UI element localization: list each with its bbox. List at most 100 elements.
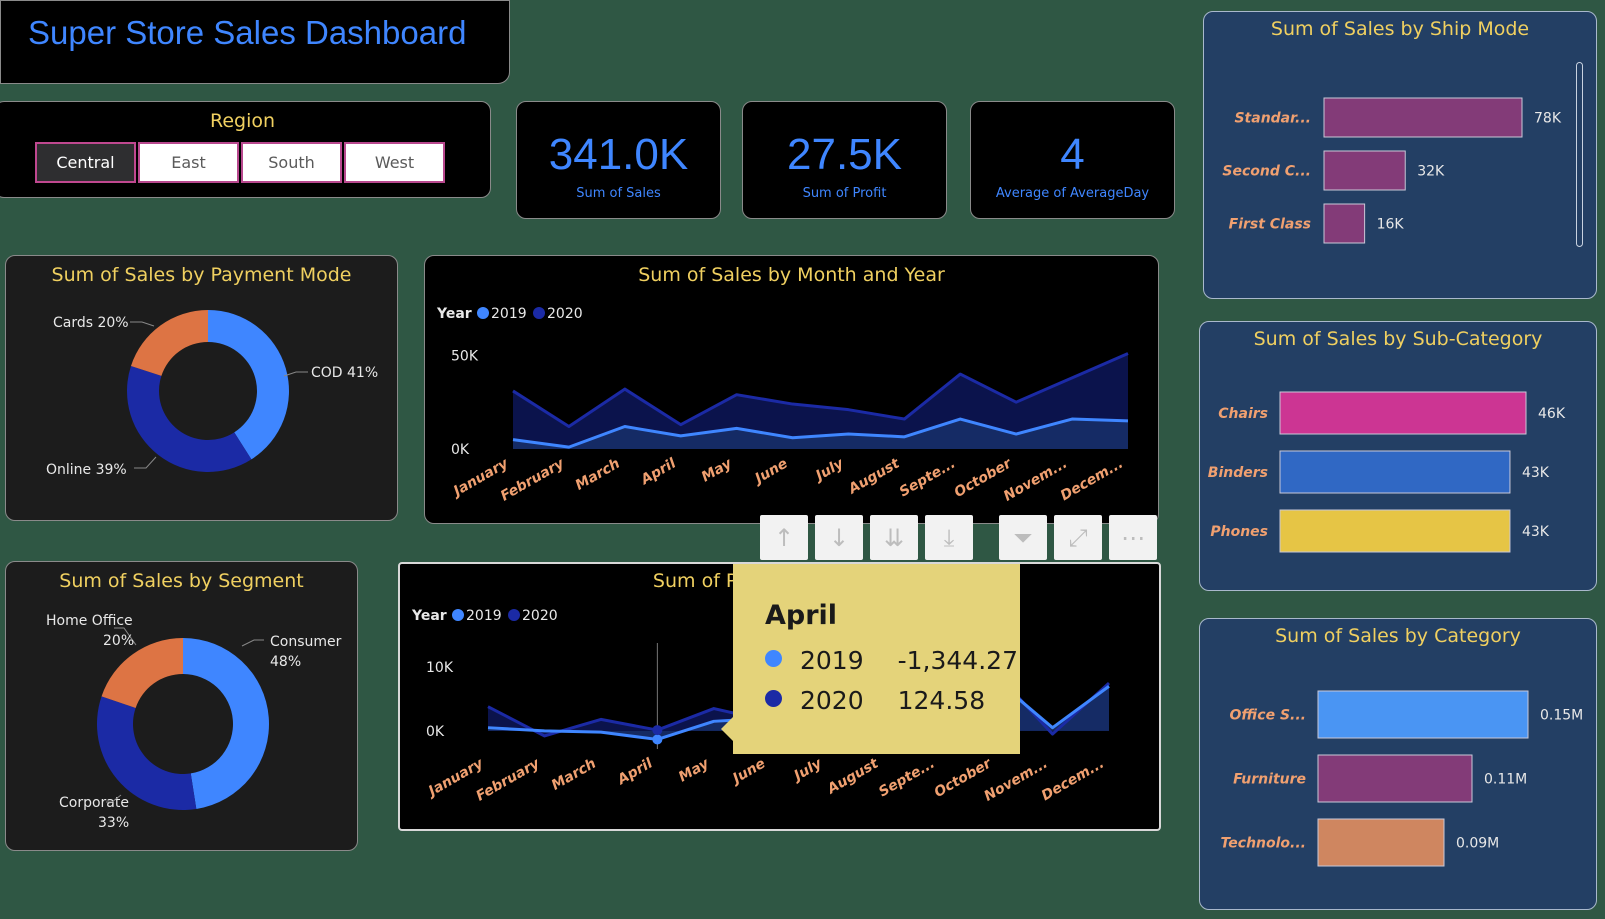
x-tick-label: April: [638, 456, 679, 489]
kpi-card-sales[interactable]: 341.0K Sum of Sales: [516, 101, 721, 219]
kpi-profit-label: Sum of Profit: [802, 186, 887, 201]
category-label: Chairs: [1218, 406, 1268, 422]
leader-line: [130, 321, 155, 327]
category-bar-chart[interactable]: Office S... 0.15M Furniture 0.11M Technolo..…: [1200, 619, 1598, 911]
leader-line: [241, 639, 264, 647]
segment-chart-card[interactable]: Sum of Sales by Segment Consumer 48% Corpo…: [5, 561, 358, 851]
payment-mode-chart-card[interactable]: Sum of Sales by Payment Mode COD 41% Onli…: [5, 255, 398, 521]
legend-item: 2020: [547, 306, 583, 322]
donut-slice: [127, 365, 252, 473]
donut-slice: [183, 638, 270, 809]
legend-item: 2019: [466, 608, 502, 624]
tooltip-value: -1,344.27: [897, 646, 1018, 675]
bar: [1317, 754, 1473, 803]
region-option-east[interactable]: East: [138, 142, 239, 183]
leader-line: [134, 456, 157, 469]
data-label: 43K: [1522, 465, 1550, 481]
focus-mode-button[interactable]: ⤢: [1054, 515, 1102, 560]
sub-category-chart-card[interactable]: Sum of Sales by Sub-Category Chairs 46K Bi…: [1199, 321, 1597, 591]
kpi-profit-value: 27.5K: [787, 130, 902, 179]
kpi-card-profit[interactable]: 27.5K Sum of Profit: [742, 101, 947, 219]
double-arrow-down-icon: ⇊: [883, 523, 905, 552]
tooltip-row-2020: 2020 124.58: [765, 686, 985, 715]
dashboard-title: Super Store Sales Dashboard: [28, 14, 467, 51]
legend-dot-icon: [765, 690, 782, 707]
y-tick-label: 10K: [426, 660, 454, 676]
sales-by-month-area-chart[interactable]: Year 2019 20200K50KJanuaryFebruary March Apr…: [425, 256, 1160, 525]
data-label: 16K: [1377, 217, 1405, 233]
donut-slice: [130, 310, 208, 376]
legend-marker-icon: [508, 609, 520, 621]
filter-icon: ⏷: [1013, 523, 1033, 552]
ship-mode-chart-card[interactable]: Sum of Sales by Ship Mode Standar... 78K S…: [1203, 11, 1597, 299]
arrow-up-icon: ↑: [773, 523, 795, 552]
kpi-average-day-label: Average of AverageDay: [995, 186, 1150, 201]
data-label: 32K: [1417, 164, 1445, 180]
data-label: 0.15M: [1540, 708, 1583, 724]
bar: [1323, 97, 1523, 138]
drill-up-button[interactable]: ↑: [760, 515, 808, 560]
payment-mode-donut-chart[interactable]: COD 41% Online 39% Cards 20%: [6, 256, 399, 522]
category-label: Second C...: [1222, 164, 1311, 180]
category-label: Technolo...: [1221, 836, 1306, 852]
x-tick-label: Decem...: [1039, 756, 1107, 805]
legend-item: 2019: [491, 306, 527, 322]
ship-mode-bar-chart[interactable]: Standar... 78K Second C... 32K First Class 16…: [1204, 12, 1598, 300]
x-tick-label: May: [676, 755, 713, 785]
slice-label: Home Office: [46, 613, 133, 629]
x-tick-label: June: [750, 456, 791, 489]
slice-label: 33%: [98, 815, 129, 831]
bar: [1279, 391, 1527, 435]
data-label: 46K: [1538, 406, 1566, 422]
region-option-south[interactable]: South: [241, 142, 342, 183]
x-tick-label: July: [811, 455, 848, 485]
y-tick-label: 0K: [451, 442, 470, 458]
region-option-west[interactable]: West: [344, 142, 445, 183]
y-tick-label: 0K: [426, 724, 445, 740]
category-chart-card[interactable]: Sum of Sales by Category Office S... 0.15…: [1199, 618, 1597, 910]
sub-category-bar-chart[interactable]: Chairs 46K Binders 43K Phones 43K: [1200, 322, 1598, 592]
tooltip-year: 2019: [800, 646, 864, 675]
x-tick-label: June: [728, 756, 769, 789]
tooltip-year: 2020: [800, 686, 864, 715]
kpi-sales-label: Sum of Sales: [576, 186, 661, 201]
data-label: 43K: [1522, 524, 1550, 540]
y-tick-label: 50K: [451, 348, 479, 364]
x-tick-label: Decem...: [1058, 456, 1126, 505]
x-tick-label: March: [549, 756, 599, 794]
tooltip-title: April: [765, 600, 838, 631]
region-slicer: Region Central East South West: [0, 101, 491, 198]
bar: [1323, 150, 1406, 191]
region-option-central[interactable]: Central: [35, 142, 136, 183]
legend-title: Year: [411, 608, 447, 624]
x-tick-label: August: [845, 455, 903, 498]
segment-donut-chart[interactable]: Consumer48%Corporate33%Home Office20%: [6, 562, 359, 852]
legend-marker-icon: [452, 609, 464, 621]
kpi-card-average-day[interactable]: 4 Average of AverageDay: [970, 101, 1175, 219]
ship-mode-scrollbar[interactable]: [1576, 62, 1583, 247]
more-options-icon: ⋯: [1121, 523, 1145, 552]
bar: [1317, 818, 1445, 867]
legend-marker-icon: [477, 307, 489, 319]
x-tick-label: May: [699, 455, 736, 485]
bar: [1323, 203, 1366, 244]
x-tick-label: Novem...: [981, 756, 1050, 805]
arrow-down-icon: ↓: [828, 523, 850, 552]
bar: [1279, 509, 1511, 553]
kpi-average-day-value: 4: [1060, 130, 1085, 179]
more-options-button[interactable]: ⋯: [1109, 515, 1157, 560]
legend-dot-icon: [765, 650, 782, 667]
x-tick-label: Novem...: [1001, 456, 1070, 505]
legend-marker-icon: [533, 307, 545, 319]
legend-item: 2020: [522, 608, 558, 624]
tooltip-value: 124.58: [897, 686, 986, 715]
x-tick-label: February: [474, 755, 544, 804]
drill-down-toggle[interactable]: ↓: [815, 515, 863, 560]
go-next-level-button[interactable]: ⇊: [870, 515, 918, 560]
category-label: Binders: [1208, 465, 1268, 481]
expand-hierarchy-button[interactable]: ⤓: [925, 515, 973, 560]
sales-by-month-chart-card[interactable]: Sum of Sales by Month and Year Year 2019 2…: [424, 255, 1159, 524]
slice-label: 20%: [103, 633, 134, 649]
bar: [1317, 690, 1529, 739]
filter-button[interactable]: ⏷: [999, 515, 1047, 560]
